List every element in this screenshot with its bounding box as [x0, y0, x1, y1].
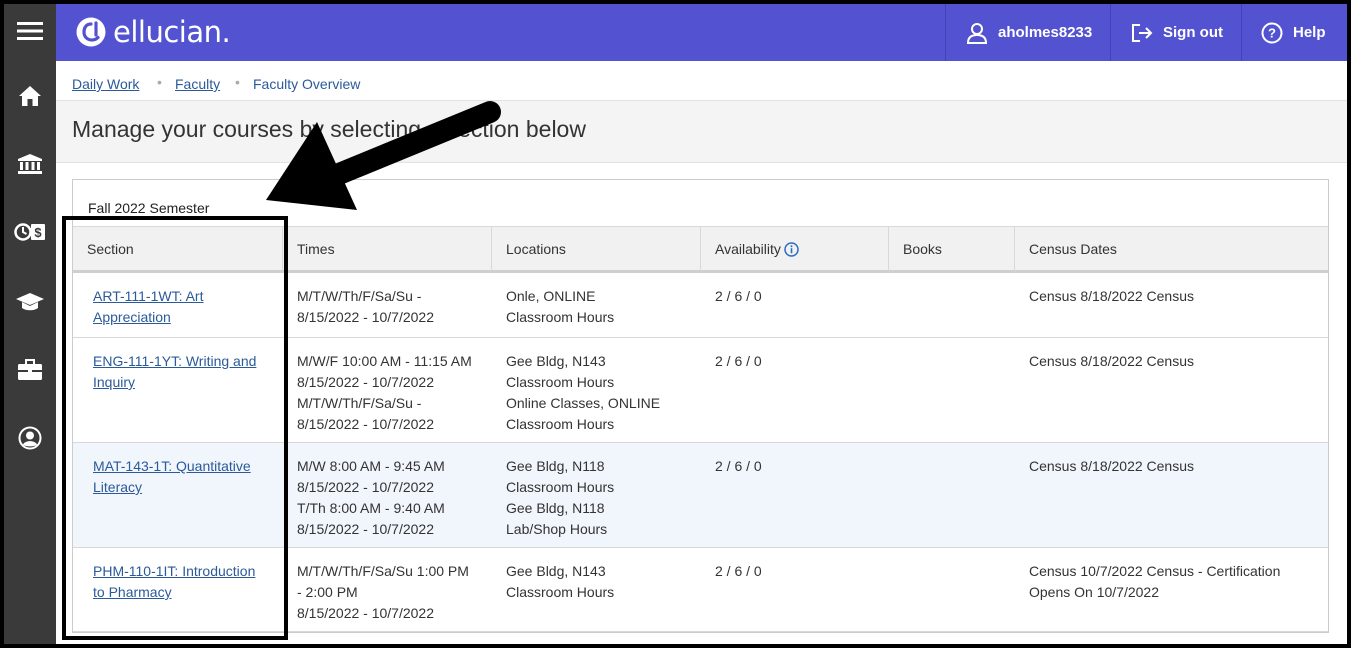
app-window: $ ellucian. aholmes8233 Sign out ? Help — [4, 4, 1347, 644]
annotation-arrow — [266, 101, 501, 210]
